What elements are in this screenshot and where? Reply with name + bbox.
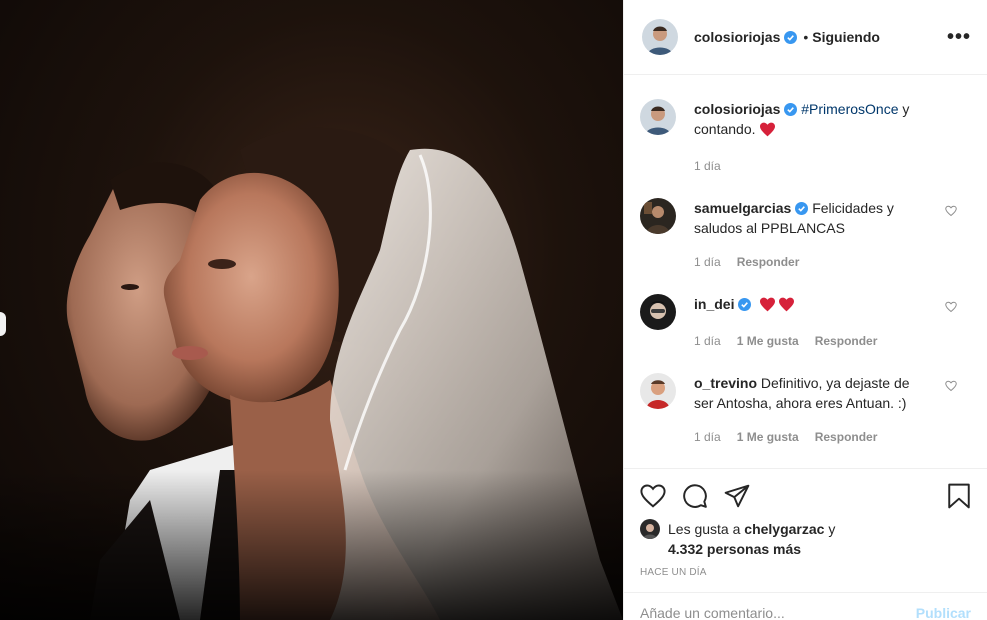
like-comment-heart-icon[interactable] <box>945 204 957 222</box>
caption-item: colosioriojas #PrimerosOnce y contando. … <box>640 99 971 176</box>
red-heart-emoji-icon <box>759 122 776 142</box>
comment-time[interactable]: 1 día <box>694 252 721 272</box>
commenter-username[interactable]: samuelgarcias <box>694 200 791 216</box>
comment-item: o_trevino Definitivo, ya dejaste de ser … <box>640 373 971 447</box>
like-comment-heart-icon[interactable] <box>945 379 957 397</box>
comment-meta: 1 día 1 Me gusta Responder <box>694 427 922 447</box>
likes-middle: y <box>824 521 836 537</box>
like-comment-heart-icon[interactable] <box>945 300 957 318</box>
publish-comment-button[interactable]: Publicar <box>916 605 971 620</box>
reply-button[interactable]: Responder <box>815 331 878 351</box>
commenter-username[interactable]: o_trevino <box>694 375 757 391</box>
liker-avatar[interactable] <box>640 519 660 539</box>
commenter-avatar[interactable] <box>640 198 676 234</box>
liker-username[interactable]: chelygarzac <box>744 521 824 537</box>
share-direct-icon[interactable] <box>724 484 750 508</box>
comment-item: samuelgarcias Felicidades y saludos al P… <box>640 198 971 272</box>
likes-summary: Les gusta a chelygarzac y 4.332 personas… <box>640 519 971 559</box>
reply-button[interactable]: Responder <box>815 427 878 447</box>
verified-badge-icon <box>795 200 809 215</box>
caption-avatar[interactable] <box>640 99 676 135</box>
save-bookmark-icon[interactable] <box>947 483 971 509</box>
author-avatar[interactable] <box>642 19 678 55</box>
post-actions: Les gusta a chelygarzac y 4.332 personas… <box>624 468 987 578</box>
post-photo[interactable] <box>0 0 623 620</box>
hashtag-link[interactable]: #PrimerosOnce <box>801 101 898 117</box>
wedding-photo-illustration <box>0 127 623 620</box>
more-options-icon[interactable]: ••• <box>947 26 971 49</box>
verified-badge-icon <box>738 296 752 311</box>
likes-prefix: Les gusta a <box>668 521 745 537</box>
commenter-avatar[interactable] <box>640 373 676 409</box>
likes-count-link[interactable]: 4.332 personas más <box>668 541 801 557</box>
following-button[interactable]: Siguiendo <box>812 29 880 45</box>
comment-bubble-icon[interactable] <box>682 483 708 509</box>
comment-time[interactable]: 1 día <box>694 331 721 351</box>
comment-likes-count[interactable]: 1 Me gusta <box>737 427 799 447</box>
reply-button[interactable]: Responder <box>737 252 800 272</box>
comment-item: in_dei 1 día 1 Me gusta Responder <box>640 294 971 351</box>
comments-list: colosioriojas #PrimerosOnce y contando. … <box>624 76 987 468</box>
verified-badge-icon <box>784 30 798 44</box>
header-separator: • <box>803 29 809 45</box>
comment-time[interactable]: 1 día <box>694 427 721 447</box>
verified-badge-icon <box>784 101 798 116</box>
caption-meta: 1 día <box>694 156 922 176</box>
add-comment-input[interactable]: Añade un comentario... <box>640 605 785 620</box>
caption-time[interactable]: 1 día <box>694 156 721 176</box>
red-heart-emoji-icon <box>778 297 795 317</box>
author-username[interactable]: colosioriojas <box>694 29 780 45</box>
red-heart-emoji-icon <box>759 297 776 317</box>
caption-username[interactable]: colosioriojas <box>694 101 780 117</box>
comment-likes-count[interactable]: 1 Me gusta <box>737 331 799 351</box>
post-sidebar: colosioriojas • Siguiendo ••• colosiorio… <box>623 0 987 620</box>
add-comment-bar: Añade un comentario... Publicar <box>624 592 987 620</box>
carousel-prev-button[interactable] <box>0 312 6 336</box>
comment-meta: 1 día Responder <box>694 252 922 272</box>
comment-meta: 1 día 1 Me gusta Responder <box>694 331 922 351</box>
post-header: colosioriojas • Siguiendo ••• <box>624 0 987 75</box>
commenter-username[interactable]: in_dei <box>694 296 734 312</box>
post-time-ago[interactable]: Hace un día <box>640 567 971 578</box>
post-modal: colosioriojas • Siguiendo ••• colosiorio… <box>0 0 987 620</box>
commenter-avatar[interactable] <box>640 294 676 330</box>
like-heart-icon[interactable] <box>640 484 666 508</box>
